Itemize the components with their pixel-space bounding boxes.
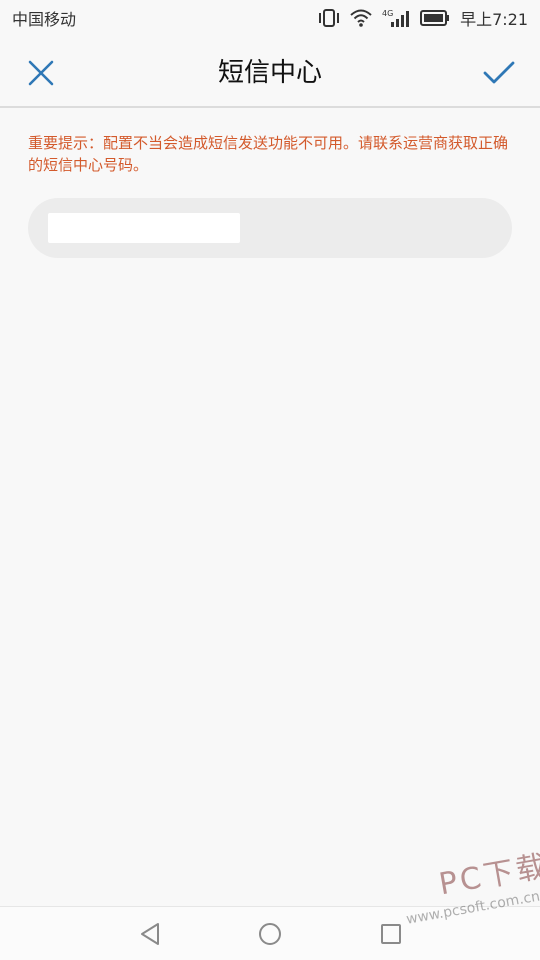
home-icon (259, 923, 281, 945)
status-right: 4G 早上7:21 (318, 6, 528, 30)
confirm-button[interactable] (480, 56, 518, 90)
wifi-icon (350, 9, 372, 27)
home-button[interactable] (255, 919, 285, 949)
status-left: 中国移动 (12, 6, 76, 30)
sms-center-input[interactable] (48, 213, 240, 243)
sms-center-field (28, 198, 512, 258)
carrier-name: 中国移动 (12, 10, 77, 29)
battery-icon (420, 10, 450, 26)
page-title: 短信中心 (217, 58, 322, 88)
network-label: 4G (382, 9, 393, 18)
page-header: 短信中心 (0, 38, 540, 108)
warning-message: 重要提示：配置不当会造成短信发送功能不可用。请联系运营商获取正确的短信中心号码。 (28, 134, 509, 174)
check-icon (483, 61, 515, 84)
status-bar: 中国移动 4G 早上7:21 (0, 0, 540, 36)
vibrate-icon (318, 8, 340, 28)
status-time: 早上7:21 (460, 10, 528, 29)
signal-icon: 4G (382, 8, 410, 28)
back-button[interactable] (136, 919, 166, 949)
back-icon (141, 923, 159, 945)
watermark: PC下载网 www.pcsoft.com.cn (385, 843, 540, 960)
